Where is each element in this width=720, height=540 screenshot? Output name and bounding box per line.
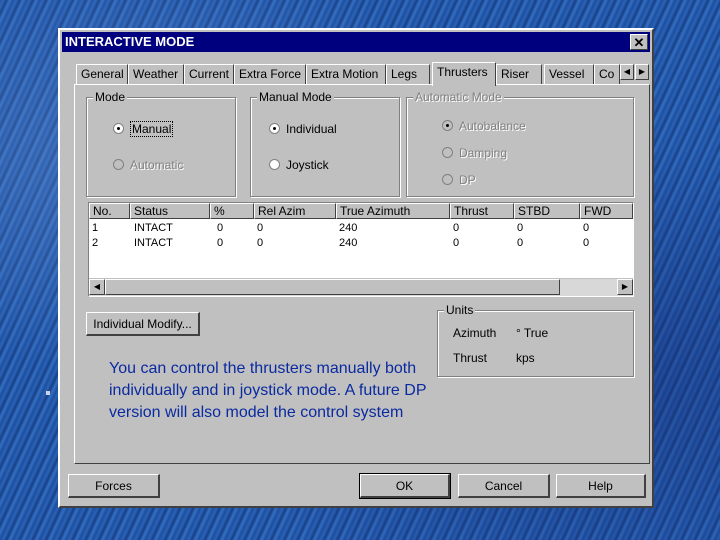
tab-weather[interactable]: Weather <box>128 64 184 84</box>
tab-strip: General Weather Current Extra Force Extr… <box>74 62 650 86</box>
cell-thrust: 0 <box>453 237 460 249</box>
manual-joystick-radio[interactable]: Joystick <box>269 157 329 173</box>
cell-percent: 0 <box>217 222 224 234</box>
scrollbar-thumb[interactable] <box>105 279 560 295</box>
column-header-true-azimuth[interactable]: True Azimuth <box>336 203 450 219</box>
cell-fwd: 0 <box>583 222 590 234</box>
title-bar: INTERACTIVE MODE ✕ <box>62 32 650 52</box>
units-group-title: Units <box>444 303 476 317</box>
column-header-fwd[interactable]: FWD <box>580 203 633 219</box>
scroll-left-icon[interactable]: ◀ <box>89 279 105 295</box>
units-thrust-label: Thrust <box>453 351 488 365</box>
column-header-status[interactable]: Status <box>130 203 210 219</box>
radio-selected-icon <box>113 123 124 134</box>
tab-extra-motion[interactable]: Extra Motion <box>306 64 386 84</box>
mode-automatic-label: Automatic <box>130 158 184 172</box>
mode-group-title: Mode <box>93 90 128 104</box>
scroll-right-icon[interactable]: ▶ <box>617 279 633 295</box>
cell-rel-azim: 0 <box>257 237 264 249</box>
radio-icon <box>442 147 453 158</box>
close-button[interactable]: ✕ <box>630 34 648 50</box>
cell-fwd: 0 <box>583 237 590 249</box>
cell-no: 1 <box>92 222 99 234</box>
manual-mode-group-title: Manual Mode <box>257 90 334 104</box>
individual-modify-button[interactable]: Individual Modify... <box>86 312 200 336</box>
tab-extra-force[interactable]: Extra Force <box>234 64 306 84</box>
column-header-stbd[interactable]: STBD <box>514 203 580 219</box>
tab-co[interactable]: Co <box>594 64 620 84</box>
radio-selected-icon <box>442 120 453 131</box>
radio-icon <box>269 159 280 170</box>
cell-true-azimuth: 240 <box>339 237 358 249</box>
manual-individual-radio[interactable]: Individual <box>269 121 337 137</box>
mode-automatic-radio[interactable]: Automatic <box>113 157 183 173</box>
window-title: INTERACTIVE MODE <box>65 34 195 49</box>
mode-manual-radio[interactable]: Manual <box>113 121 174 137</box>
cell-true-azimuth: 240 <box>339 222 358 234</box>
tab-scroll-right-icon[interactable]: ▶ <box>635 64 649 80</box>
automatic-mode-group: Automatic Mode <box>406 90 634 197</box>
cancel-button[interactable]: Cancel <box>458 474 550 498</box>
auto-damping-radio[interactable]: Damping <box>442 145 507 161</box>
column-header-percent[interactable]: % <box>210 203 254 219</box>
units-group: Units <box>437 303 634 377</box>
tab-general[interactable]: General <box>76 64 128 84</box>
table-header: No. Status % Rel Azim True Azimuth Thrus… <box>89 203 633 219</box>
cell-stbd: 0 <box>517 222 524 234</box>
info-text: You can control the thrusters manually b… <box>109 360 427 421</box>
cell-thrust: 0 <box>453 222 460 234</box>
automatic-mode-group-title: Automatic Mode <box>413 90 504 104</box>
tab-thrusters[interactable]: Thrusters <box>432 62 496 86</box>
column-header-no[interactable]: No. <box>89 203 130 219</box>
units-thrust-value: kps <box>516 351 535 365</box>
cell-status: INTACT <box>134 237 173 249</box>
units-azimuth-value: ° True <box>516 326 549 340</box>
cell-rel-azim: 0 <box>257 222 264 234</box>
tab-vessel[interactable]: Vessel <box>544 64 594 84</box>
tab-scroll-left-icon[interactable]: ◀ <box>620 64 634 80</box>
cell-no: 2 <box>92 237 99 249</box>
manual-joystick-label: Joystick <box>286 158 329 172</box>
manual-mode-group: Manual Mode <box>250 90 400 197</box>
slide-bullet <box>46 391 50 395</box>
column-header-rel-azim[interactable]: Rel Azim <box>254 203 336 219</box>
cell-stbd: 0 <box>517 237 524 249</box>
tab-riser[interactable]: Riser <box>496 64 542 84</box>
tab-current[interactable]: Current <box>184 64 234 84</box>
tab-legs[interactable]: Legs <box>386 64 430 84</box>
auto-autobalance-radio[interactable]: Autobalance <box>442 118 526 134</box>
column-header-thrust[interactable]: Thrust <box>450 203 514 219</box>
ok-button[interactable]: OK <box>359 473 451 499</box>
cell-percent: 0 <box>217 237 224 249</box>
help-button[interactable]: Help <box>556 474 646 498</box>
auto-dp-radio[interactable]: DP <box>442 172 476 188</box>
thruster-table[interactable]: No. Status % Rel Azim True Azimuth Thrus… <box>88 202 634 297</box>
radio-icon <box>113 159 124 170</box>
horizontal-scrollbar[interactable]: ◀ ▶ <box>89 278 633 296</box>
units-azimuth-label: Azimuth <box>453 326 497 340</box>
radio-icon <box>442 174 453 185</box>
mode-group: Mode <box>86 90 236 197</box>
cell-status: INTACT <box>134 222 173 234</box>
radio-selected-icon <box>269 123 280 134</box>
auto-dp-label: DP <box>459 173 476 187</box>
manual-individual-label: Individual <box>286 122 337 136</box>
mode-manual-label: Manual <box>130 121 174 137</box>
auto-damping-label: Damping <box>459 146 508 160</box>
forces-button[interactable]: Forces <box>68 474 160 498</box>
auto-autobalance-label: Autobalance <box>459 119 526 133</box>
